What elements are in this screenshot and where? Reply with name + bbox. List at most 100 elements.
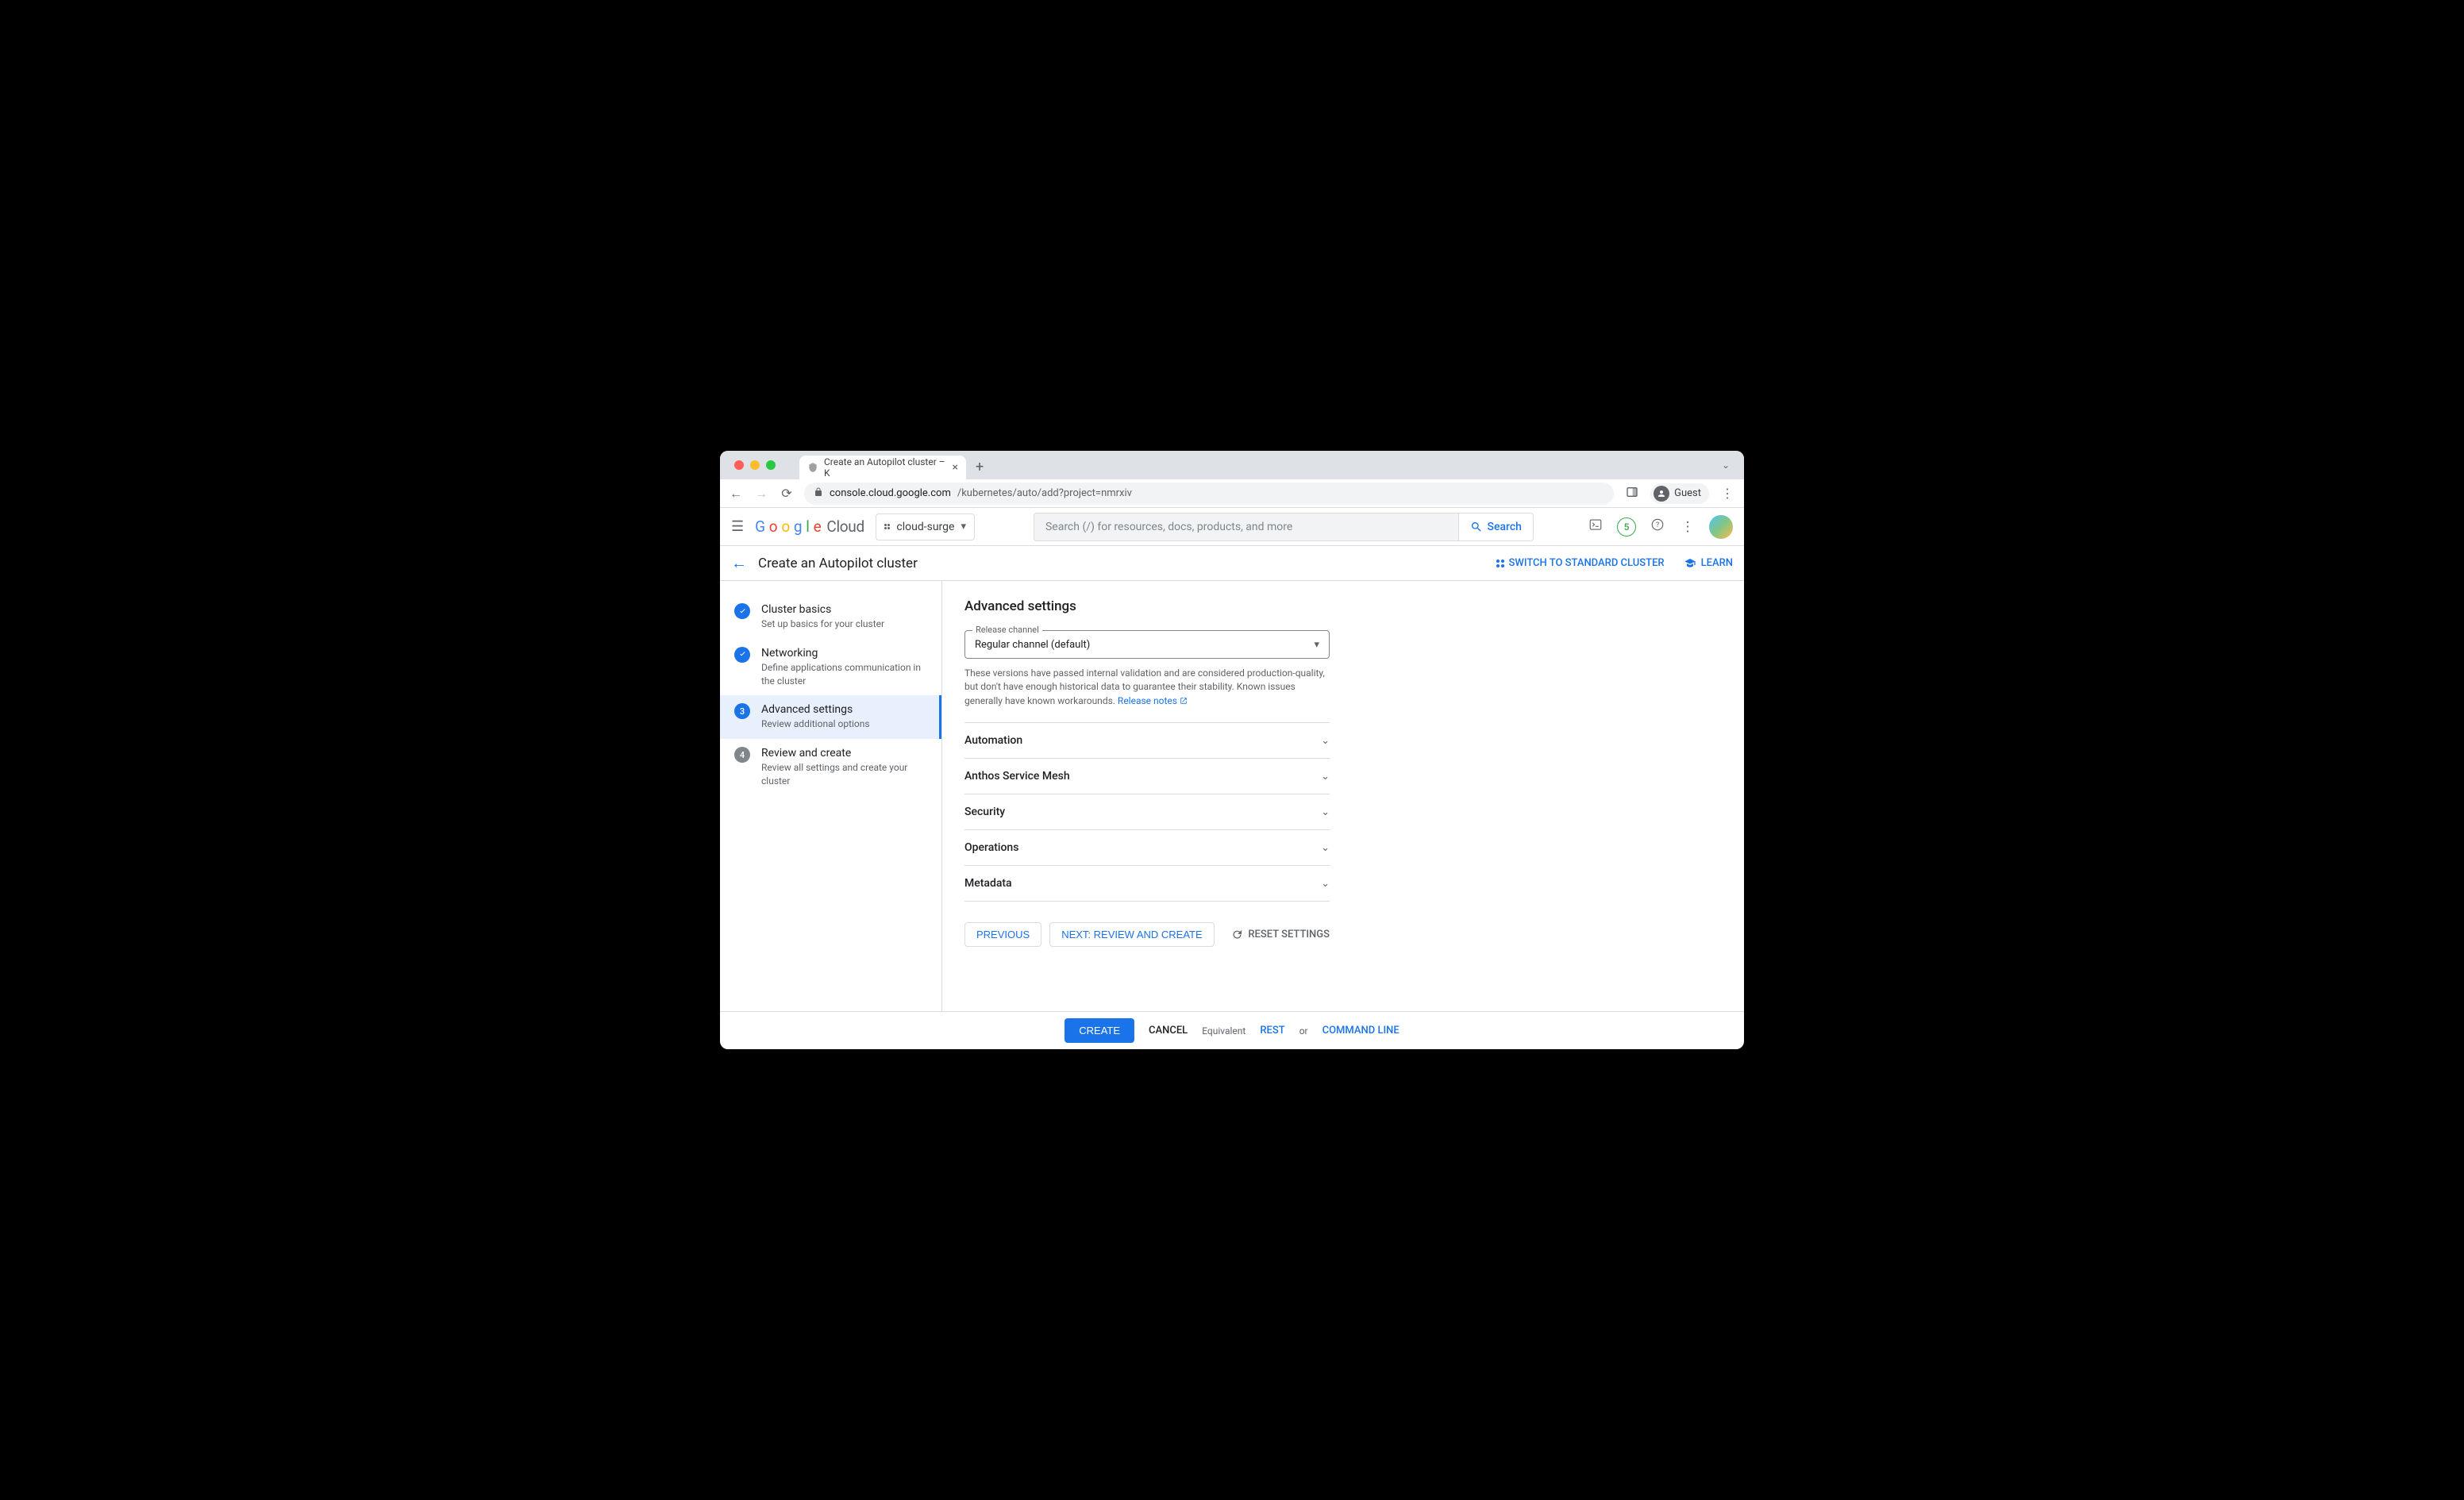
nav-back-icon[interactable]: ←: [728, 486, 744, 502]
step-subtitle: Set up basics for your cluster: [761, 617, 884, 631]
switch-to-standard-button[interactable]: SWITCH TO STANDARD CLUSTER: [1496, 557, 1665, 569]
header-right: 5 ? ⋮: [1587, 515, 1733, 539]
wizard-nav-row: PREVIOUS NEXT: REVIEW AND CREATE RESET S…: [964, 922, 1330, 947]
release-channel-helper: These versions have passed internal vali…: [964, 667, 1330, 708]
accordion-label: Security: [964, 806, 1005, 818]
chevron-down-icon: ⌄: [1321, 771, 1330, 783]
accordion-automation[interactable]: Automation ⌄: [964, 722, 1330, 759]
page-actions: SWITCH TO STANDARD CLUSTER LEARN: [1496, 557, 1734, 570]
rest-link[interactable]: REST: [1260, 1025, 1284, 1037]
learn-icon: [1684, 557, 1696, 570]
url-host: console.cloud.google.com: [830, 487, 951, 499]
step-advanced-settings[interactable]: 3 Advanced settings Review additional op…: [720, 695, 941, 739]
nav-forward-icon: →: [753, 486, 769, 502]
tab-close-icon[interactable]: ×: [953, 461, 958, 474]
project-selector[interactable]: cloud-surge ▾: [876, 513, 975, 540]
chevron-down-icon: ⌄: [1321, 735, 1330, 747]
url-path: /kubernetes/auto/add?project=nmrxiv: [957, 487, 1132, 499]
browser-tab[interactable]: Create an Autopilot cluster – K ×: [799, 456, 966, 479]
step-badge-pending: 4: [734, 747, 750, 763]
chevron-down-icon: ⌄: [1321, 842, 1330, 854]
release-channel-label: Release channel: [972, 625, 1042, 635]
next-button[interactable]: NEXT: REVIEW AND CREATE: [1049, 922, 1214, 947]
search-icon: [1470, 521, 1483, 533]
search-button[interactable]: Search: [1458, 513, 1534, 541]
step-badge-done-icon: [734, 647, 750, 663]
accordion-operations[interactable]: Operations ⌄: [964, 830, 1330, 866]
nav-reload-icon[interactable]: ⟳: [779, 486, 795, 501]
guest-avatar-icon: [1654, 486, 1669, 502]
trial-count: 5: [1624, 521, 1630, 533]
tab-title: Create an Autopilot cluster – K: [824, 456, 947, 479]
gcp-header: ☰ Google Cloud cloud-surge ▾ Search (/) …: [720, 508, 1744, 546]
or-label: or: [1299, 1025, 1308, 1037]
logo-cloud-text: Cloud: [826, 517, 864, 536]
step-badge-done-icon: [734, 603, 750, 619]
learn-label: LEARN: [1701, 557, 1733, 569]
chevron-down-icon: ⌄: [1321, 806, 1330, 818]
maximize-window-icon[interactable]: [766, 460, 776, 470]
learn-button[interactable]: LEARN: [1684, 557, 1733, 570]
cloud-shell-icon[interactable]: [1587, 517, 1604, 536]
search-placeholder: Search (/) for resources, docs, products…: [1045, 521, 1292, 533]
project-icon: [884, 524, 891, 530]
lock-icon: [814, 487, 823, 499]
guest-label: Guest: [1674, 487, 1701, 499]
gcp-logo[interactable]: Google Cloud: [755, 517, 864, 536]
accordion-label: Automation: [964, 734, 1022, 747]
overflow-menu-icon[interactable]: ⋮: [1679, 519, 1696, 535]
search-wrap: Search (/) for resources, docs, products…: [1034, 513, 1534, 541]
project-name: cloud-surge: [896, 521, 954, 533]
minimize-window-icon[interactable]: [750, 460, 760, 470]
accordion-anthos-service-mesh[interactable]: Anthos Service Mesh ⌄: [964, 759, 1330, 794]
panel-icon[interactable]: [1623, 486, 1641, 502]
chevron-down-icon: ▾: [1314, 639, 1319, 651]
wizard-sidebar: Cluster basics Set up basics for your cl…: [720, 581, 942, 1011]
back-arrow-icon[interactable]: ←: [731, 553, 747, 573]
main-content: Advanced settings Release channel Regula…: [942, 581, 1744, 1011]
search-button-label: Search: [1488, 521, 1522, 533]
omnibox[interactable]: console.cloud.google.com/kubernetes/auto…: [804, 483, 1614, 505]
profile-chip[interactable]: Guest: [1650, 483, 1709, 504]
equivalent-label: Equivalent: [1202, 1025, 1245, 1037]
help-icon[interactable]: ?: [1649, 517, 1666, 536]
nav-menu-icon[interactable]: ☰: [731, 518, 744, 535]
accordion-label: Anthos Service Mesh: [964, 770, 1070, 783]
cluster-icon: [1496, 560, 1504, 567]
step-cluster-basics[interactable]: Cluster basics Set up basics for your cl…: [720, 595, 941, 639]
free-trial-badge[interactable]: 5: [1617, 517, 1636, 537]
step-badge-current: 3: [734, 703, 750, 719]
chevron-down-icon: ⌄: [1321, 878, 1330, 890]
tabs-dropdown-icon[interactable]: ⌄: [1714, 460, 1738, 471]
previous-button[interactable]: PREVIOUS: [964, 922, 1041, 947]
reset-icon: [1231, 929, 1243, 940]
search-input[interactable]: Search (/) for resources, docs, products…: [1034, 513, 1458, 541]
step-review-create[interactable]: 4 Review and create Review all settings …: [720, 739, 941, 796]
cancel-button[interactable]: CANCEL: [1149, 1025, 1188, 1037]
step-title: Networking: [761, 647, 927, 660]
create-button[interactable]: CREATE: [1065, 1018, 1134, 1043]
new-tab-button[interactable]: +: [966, 459, 993, 475]
accordion: Automation ⌄ Anthos Service Mesh ⌄ Secur…: [964, 722, 1330, 902]
browser-menu-icon[interactable]: ⋮: [1719, 486, 1736, 501]
reset-label: RESET SETTINGS: [1248, 929, 1330, 940]
footer-bar: CREATE CANCEL Equivalent REST or COMMAND…: [720, 1011, 1744, 1049]
close-window-icon[interactable]: [734, 460, 744, 470]
reset-settings-button[interactable]: RESET SETTINGS: [1231, 929, 1330, 940]
account-avatar[interactable]: [1709, 515, 1733, 539]
window-controls: [726, 460, 783, 470]
switch-label: SWITCH TO STANDARD CLUSTER: [1509, 557, 1665, 569]
accordion-metadata[interactable]: Metadata ⌄: [964, 866, 1330, 902]
release-notes-link[interactable]: Release notes: [1118, 695, 1188, 706]
release-channel-value: Regular channel (default): [975, 639, 1090, 651]
external-link-icon: [1180, 697, 1188, 705]
step-networking[interactable]: Networking Define applications communica…: [720, 639, 941, 696]
step-title: Review and create: [761, 747, 927, 760]
step-subtitle: Review all settings and create your clus…: [761, 761, 927, 788]
accordion-label: Operations: [964, 841, 1018, 854]
accordion-security[interactable]: Security ⌄: [964, 794, 1330, 830]
svg-text:?: ?: [1656, 521, 1659, 529]
page-title: Create an Autopilot cluster: [758, 556, 918, 571]
step-subtitle: Define applications communication in the…: [761, 661, 927, 688]
command-line-link[interactable]: COMMAND LINE: [1322, 1025, 1399, 1037]
